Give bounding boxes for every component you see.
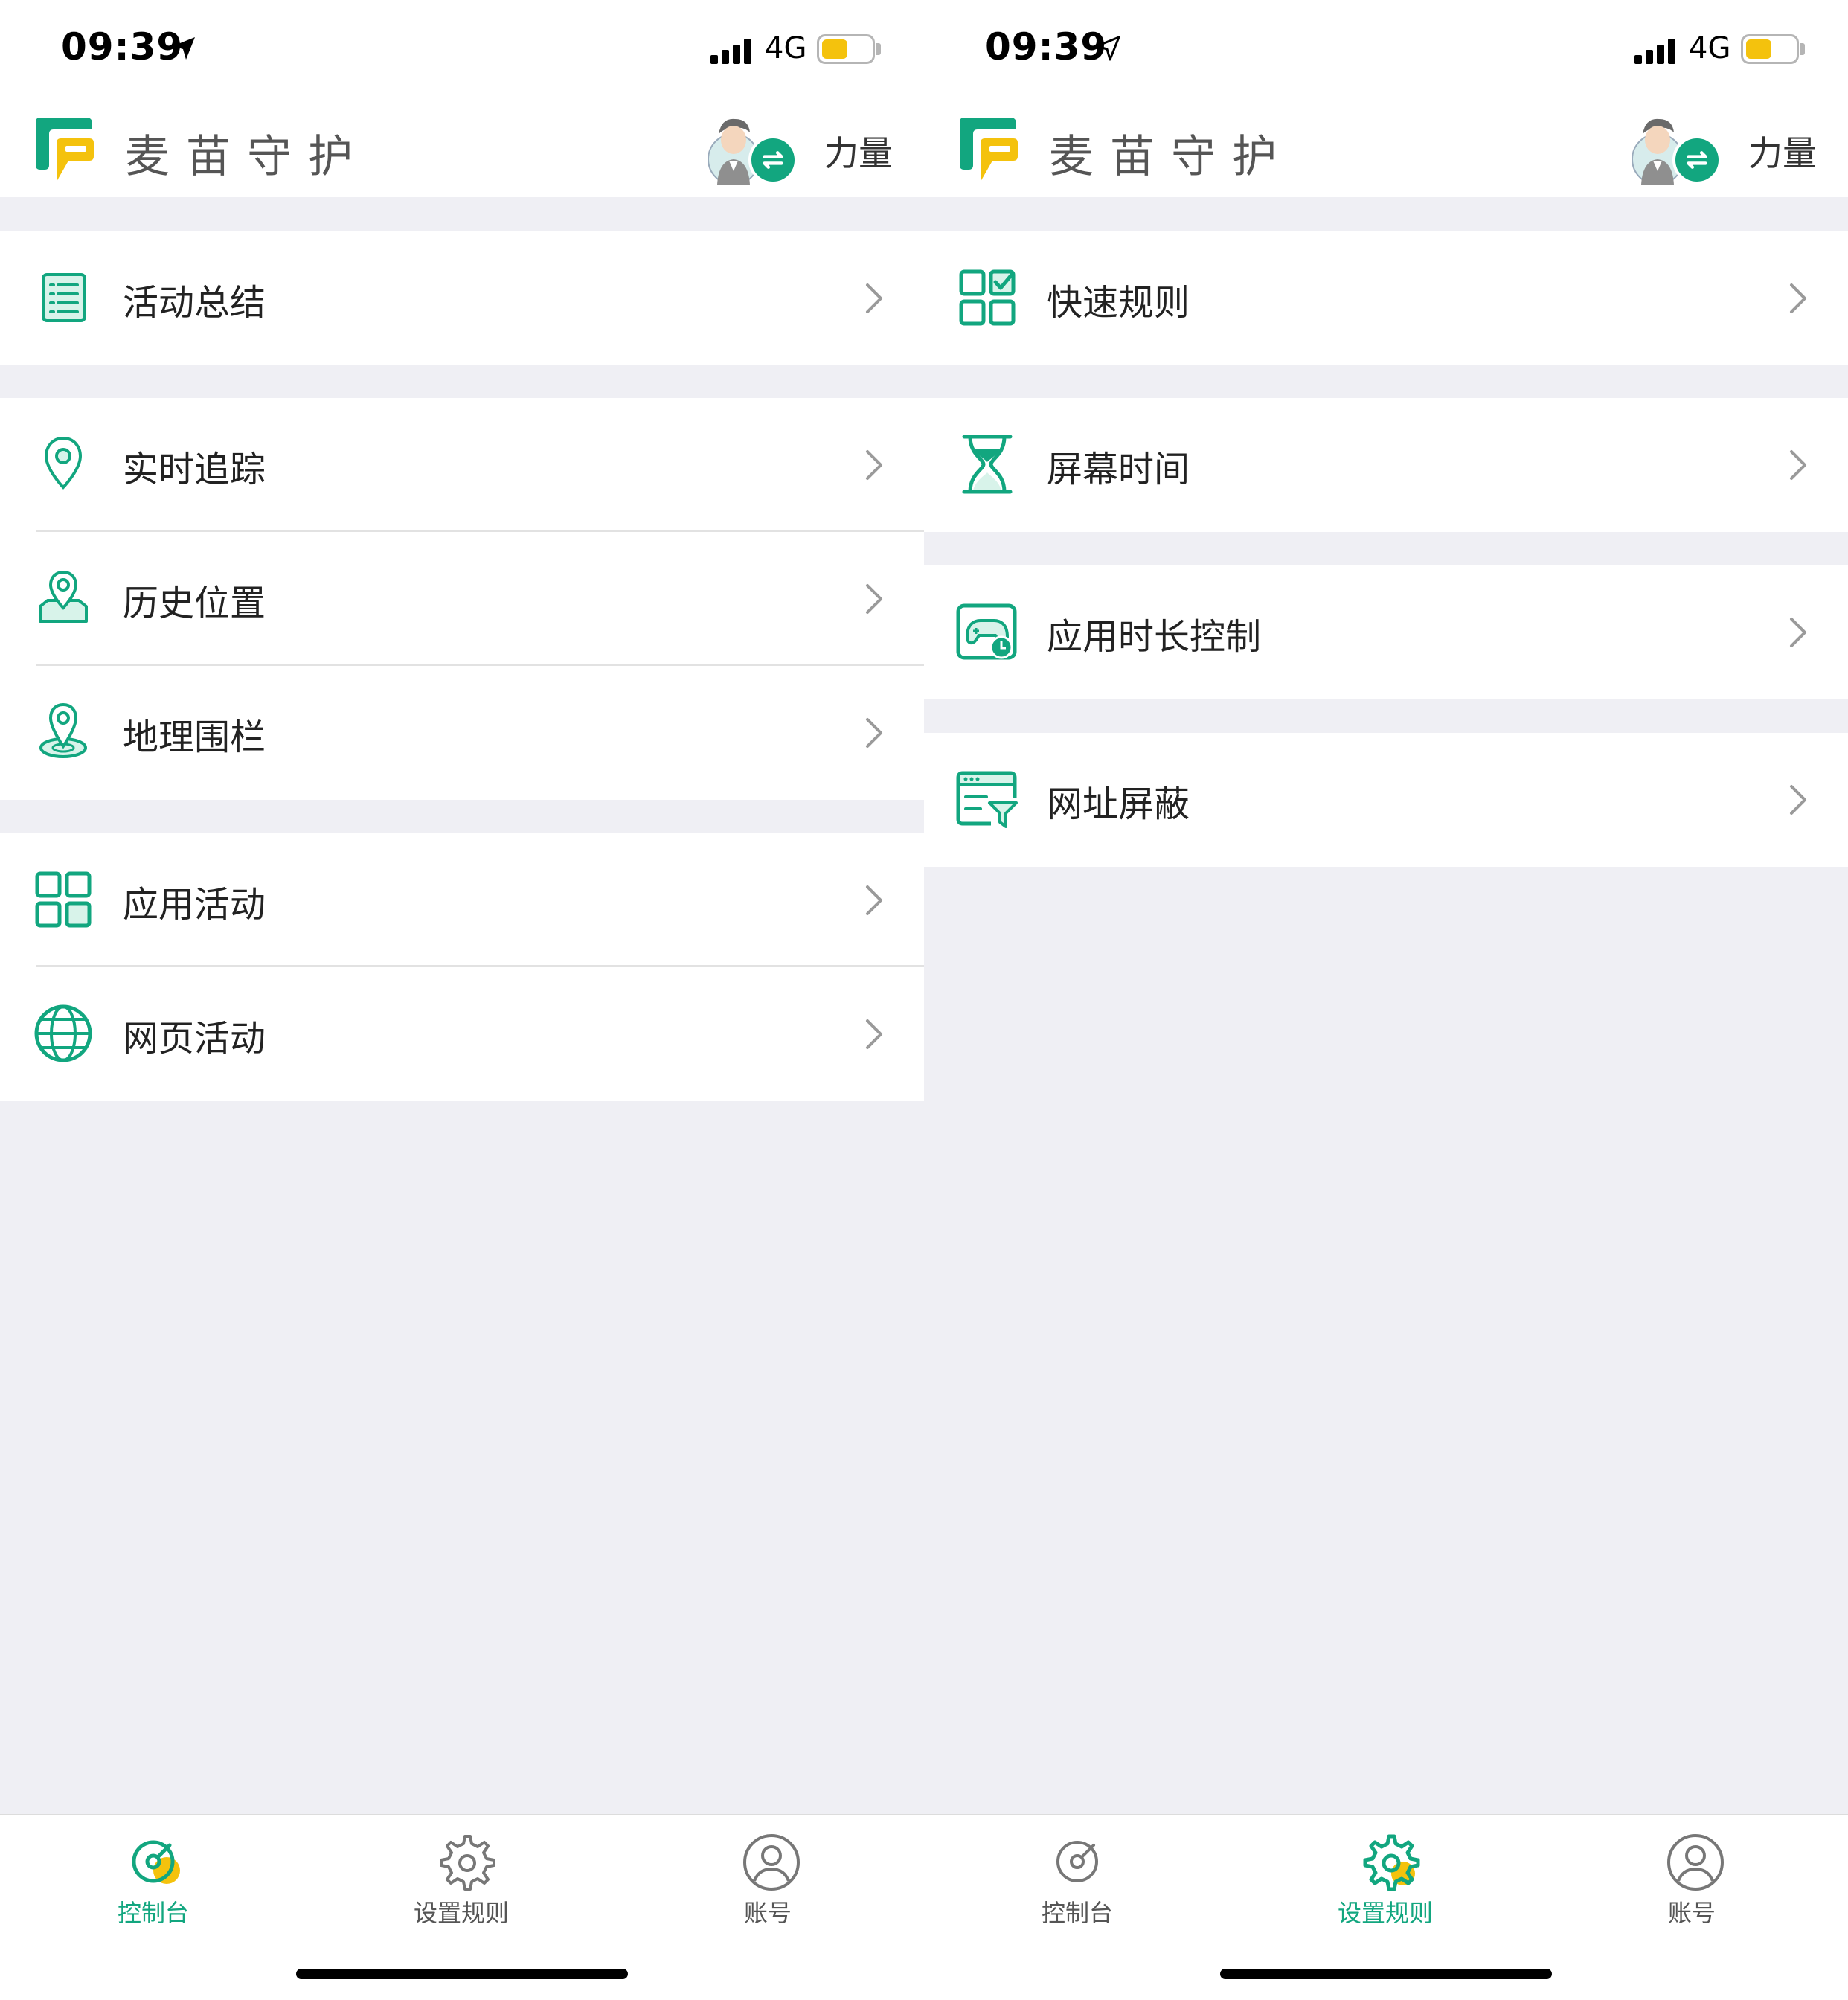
status-time: 09:39 — [61, 25, 184, 68]
tab-account[interactable]: 账号 — [1580, 1815, 1803, 1942]
location-pin-icon — [44, 436, 83, 490]
switch-icon — [1672, 135, 1722, 185]
menu-item-label: 快速规则 — [1047, 282, 1190, 324]
home-indicator[interactable] — [296, 1969, 628, 1979]
list-icon — [42, 273, 86, 322]
switch-icon — [748, 135, 798, 185]
menu-item-label: 应用时长控制 — [1047, 616, 1262, 658]
user-name[interactable]: 力量 — [1748, 126, 1817, 176]
chevron-right-icon — [863, 447, 885, 483]
menu-item-label: 网页活动 — [123, 1018, 266, 1060]
status-bar: 09:39 4G — [924, 0, 1848, 97]
app-header: 麦苗守护 力量 — [924, 97, 1848, 197]
menu-item-app-activity[interactable]: 应用活动 — [0, 833, 924, 967]
chevron-right-icon — [863, 281, 885, 316]
cellular-signal-icon — [1634, 39, 1675, 64]
tab-settings-rules[interactable]: 设置规则 — [1274, 1815, 1497, 1942]
screen-dashboard: 09:39 4G 麦苗守护 力量 活动总结 实时追踪 历史位置 地理围栏 应用活… — [0, 0, 924, 2000]
menu-item-web-activity[interactable]: 网页活动 — [0, 967, 924, 1101]
user-name[interactable]: 力量 — [824, 126, 893, 176]
chevron-right-icon — [1787, 281, 1809, 316]
tab-label: 控制台 — [117, 1899, 189, 1927]
hourglass-icon — [962, 435, 1013, 494]
app-logo — [34, 113, 95, 185]
menu-item-quick-rules[interactable]: 快速规则 — [924, 231, 1848, 365]
tab-label: 账号 — [1667, 1899, 1716, 1927]
tab-label: 设置规则 — [1337, 1899, 1433, 1927]
app-logo — [958, 113, 1019, 185]
app-name: 麦苗守护 — [125, 131, 369, 183]
gear-icon — [440, 1835, 495, 1891]
network-type: 4G — [765, 31, 807, 65]
location-arrow-icon — [173, 37, 195, 60]
battery-icon — [817, 34, 875, 64]
menu-item-label: 屏幕时间 — [1047, 449, 1190, 490]
tab-label: 控制台 — [1041, 1899, 1113, 1927]
menu-item-screen-time[interactable]: 屏幕时间 — [924, 398, 1848, 532]
menu-item-label: 实时追踪 — [123, 449, 266, 490]
profile-switcher[interactable] — [1629, 109, 1725, 190]
globe-icon — [34, 1004, 92, 1062]
tab-label: 账号 — [743, 1899, 792, 1927]
quick-rules-icon — [959, 269, 1016, 326]
location-arrow-icon — [1095, 36, 1120, 61]
gear-icon — [1363, 1834, 1420, 1891]
network-type: 4G — [1689, 31, 1731, 65]
menu-item-geofence[interactable]: 地理围栏 — [0, 666, 924, 800]
home-indicator[interactable] — [1220, 1969, 1552, 1979]
tab-account[interactable]: 账号 — [656, 1815, 879, 1942]
battery-icon — [1741, 34, 1799, 64]
cellular-signal-icon — [710, 39, 751, 64]
screen-settings-rules: 09:39 4G 麦苗守护 力量 快速规则 屏幕时间 应用时长控制 网址屏蔽 控… — [924, 0, 1848, 2000]
tab-dashboard[interactable]: 控制台 — [966, 1815, 1189, 1942]
menu-item-label: 网址屏蔽 — [1047, 783, 1190, 825]
chevron-right-icon — [863, 882, 885, 918]
chevron-right-icon — [863, 1016, 885, 1052]
menu-item-label: 活动总结 — [123, 282, 266, 324]
chevron-right-icon — [1787, 447, 1809, 483]
app-header: 麦苗守护 力量 — [0, 97, 924, 197]
chevron-right-icon — [863, 581, 885, 617]
menu-item-app-time-control[interactable]: 应用时长控制 — [924, 565, 1848, 699]
dashboard-icon — [132, 1840, 180, 1884]
tab-label: 设置规则 — [413, 1899, 509, 1927]
menu-item-url-blocking[interactable]: 网址屏蔽 — [924, 733, 1848, 867]
menu-item-history-location[interactable]: 历史位置 — [0, 532, 924, 666]
menu-item-label: 应用活动 — [123, 884, 266, 926]
dashboard-icon — [1056, 1841, 1098, 1882]
menu-item-label: 地理围栏 — [123, 717, 266, 758]
status-bar: 09:39 4G — [0, 0, 924, 97]
profile-switcher[interactable] — [705, 109, 801, 190]
account-icon — [1667, 1834, 1724, 1891]
chevron-right-icon — [863, 715, 885, 751]
menu-item-realtime-tracking[interactable]: 实时追踪 — [0, 398, 924, 532]
status-time: 09:39 — [985, 25, 1108, 68]
gamepad-clock-icon — [956, 603, 1017, 660]
url-filter-icon — [956, 771, 1018, 828]
chevron-right-icon — [1787, 615, 1809, 650]
chevron-right-icon — [1787, 782, 1809, 818]
menu-item-label: 历史位置 — [123, 583, 266, 624]
apps-grid-icon — [35, 871, 92, 928]
history-location-icon — [39, 570, 88, 623]
geofence-icon — [39, 702, 87, 758]
menu-item-activity-summary[interactable]: 活动总结 — [0, 231, 924, 365]
app-name: 麦苗守护 — [1049, 131, 1293, 183]
tab-settings-rules[interactable]: 设置规则 — [350, 1815, 573, 1942]
account-icon — [743, 1834, 800, 1891]
tab-dashboard[interactable]: 控制台 — [42, 1815, 265, 1942]
